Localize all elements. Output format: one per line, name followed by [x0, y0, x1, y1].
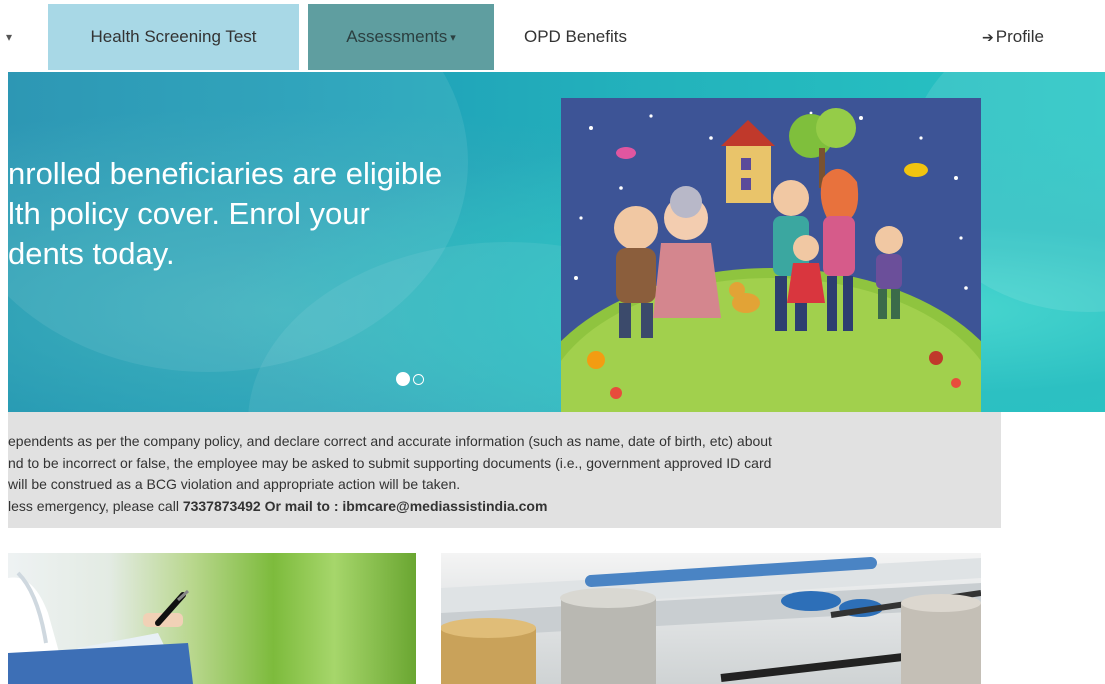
doctor-clipboard-image — [8, 571, 193, 684]
policy-notice: ependents as per the company policy, and… — [8, 412, 1001, 528]
notice-line: ependents as per the company policy, and… — [8, 433, 772, 449]
dropdown-caret-icon[interactable]: ▾ — [6, 30, 12, 44]
nav-profile-label: Profile — [995, 27, 1044, 46]
nav-health-screening-test[interactable]: Health Screening Test — [48, 4, 299, 70]
coins-and-pens-image — [441, 557, 981, 684]
doctor-clipboard-photo[interactable] — [8, 553, 416, 684]
carousel-indicator[interactable] — [413, 374, 424, 385]
headline-line: nrolled beneficiaries are eligible — [8, 156, 443, 191]
nav-profile[interactable]: ➔ Profile — [960, 4, 1080, 70]
nav-opd-benefits[interactable]: OPD Benefits — [508, 4, 678, 70]
nav-assessments-label: Assessments — [346, 27, 448, 46]
carousel-indicator-active[interactable] — [396, 372, 410, 386]
headline-line: dents today. — [8, 236, 175, 271]
chevron-down-icon: ▾ — [450, 31, 456, 44]
top-navbar: ▾ Health Screening Test Assessments ▾ OP… — [0, 0, 1105, 70]
notice-contact-line: less emergency, please call 7337873492 O… — [8, 496, 1001, 518]
nav-opd-benefits-label: OPD Benefits — [524, 27, 627, 46]
notice-line: will be construed as a BCG violation and… — [8, 476, 461, 492]
carousel-headline: nrolled beneficiaries are eligible lth p… — [8, 154, 548, 274]
carousel-indicators — [396, 372, 424, 386]
headline-line: lth policy cover. Enrol your — [8, 196, 370, 231]
nav-health-screening-label: Health Screening Test — [90, 27, 257, 46]
sign-in-icon: ➔ — [982, 28, 994, 45]
contact-prefix: less emergency, please call — [8, 497, 183, 514]
notice-line: nd to be incorrect or false, the employe… — [8, 454, 772, 471]
nav-assessments-dropdown[interactable]: Assessments ▾ — [308, 4, 494, 70]
contact-details: 7337873492 Or mail to : ibmcare@mediassi… — [182, 497, 548, 514]
hero-carousel: nrolled beneficiaries are eligible lth p… — [8, 72, 1105, 412]
coins-and-pens-photo[interactable] — [441, 553, 981, 684]
family-on-hill-illustration — [561, 98, 981, 412]
